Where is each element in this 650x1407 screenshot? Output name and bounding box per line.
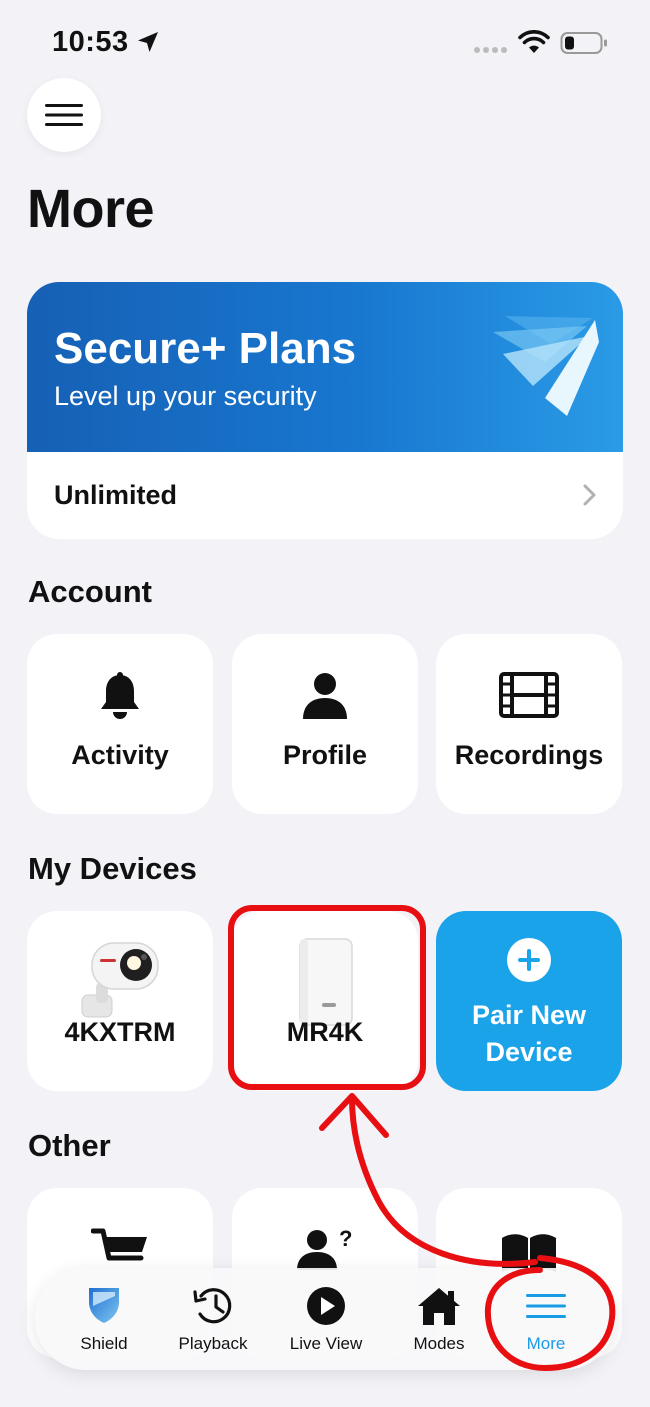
tab-bar: Shield Playback Live View Modes More [35, 1268, 615, 1370]
wing-logo-icon [493, 316, 599, 416]
page-title: More [27, 179, 155, 239]
plans-title: Secure+ Plans [54, 324, 357, 373]
pair-label-line2: Device [485, 1037, 573, 1067]
tab-more-label: More [526, 1334, 566, 1353]
bell-icon [101, 672, 139, 719]
device-4kxtrm-label: 4KXTRM [64, 1017, 176, 1047]
tab-modes[interactable]: Modes [381, 1268, 497, 1370]
house-icon [418, 1288, 460, 1325]
recorder-hub-icon [299, 938, 353, 1026]
plans-banner[interactable]: Secure+ Plans Level up your security [27, 282, 623, 452]
plan-row[interactable]: Unlimited [27, 452, 623, 539]
spotlight-camera-icon [81, 942, 159, 1018]
device-mr4k-label: MR4K [286, 1017, 364, 1047]
location-arrow-icon [138, 32, 158, 52]
tab-shield-label: Shield [80, 1334, 128, 1353]
shield-icon [89, 1288, 119, 1323]
profile-tile[interactable]: Profile [232, 634, 418, 814]
menu-lines-icon [526, 1294, 566, 1318]
pair-new-device-tile[interactable]: Pair New Device [436, 911, 622, 1091]
status-time: 10:53 [52, 26, 129, 58]
devices-section-title: My Devices [28, 851, 197, 886]
activity-label: Activity [71, 740, 169, 770]
book-icon [502, 1234, 556, 1272]
cart-icon [91, 1228, 147, 1261]
recordings-tile[interactable]: Recordings [436, 634, 622, 814]
plan-name: Unlimited [54, 480, 178, 510]
hamburger-icon [45, 104, 83, 126]
plans-subtitle: Level up your security [54, 381, 317, 411]
tab-live-view[interactable]: Live View [268, 1268, 384, 1370]
pair-new-device-label: Pair New Device [436, 997, 622, 1071]
secure-plans-card[interactable]: Secure+ Plans Level up your security Unl… [27, 282, 623, 539]
tab-live-view-label: Live View [289, 1334, 363, 1353]
wifi-icon [518, 30, 550, 53]
play-circle-icon [307, 1287, 345, 1325]
recordings-label: Recordings [454, 740, 604, 770]
film-icon [499, 672, 559, 718]
person-icon [303, 673, 347, 719]
annotation-arrowhead [319, 1093, 389, 1138]
tab-playback[interactable]: Playback [155, 1268, 271, 1370]
pair-label-line1: Pair New [471, 1000, 587, 1030]
tab-more[interactable]: More [488, 1268, 604, 1370]
tab-playback-label: Playback [178, 1334, 248, 1353]
status-bar: 10:53 [0, 0, 650, 80]
device-tile-4kxtrm[interactable]: 4KXTRM [27, 911, 213, 1091]
menu-button[interactable] [27, 78, 101, 152]
device-tile-mr4k[interactable]: MR4K [232, 911, 418, 1091]
history-icon [193, 1288, 232, 1324]
signal-dots-icon [474, 47, 507, 53]
tab-modes-label: Modes [413, 1334, 465, 1353]
svg-text:?: ? [339, 1228, 352, 1251]
other-section-title: Other [28, 1128, 111, 1163]
tab-shield[interactable]: Shield [46, 1268, 162, 1370]
battery-icon [560, 32, 607, 54]
profile-label: Profile [282, 740, 368, 770]
person-question-icon: ? [297, 1228, 352, 1270]
account-section-title: Account [28, 574, 152, 609]
activity-tile[interactable]: Activity [27, 634, 213, 814]
chevron-right-icon [583, 484, 596, 506]
plus-circle-icon [507, 938, 551, 982]
